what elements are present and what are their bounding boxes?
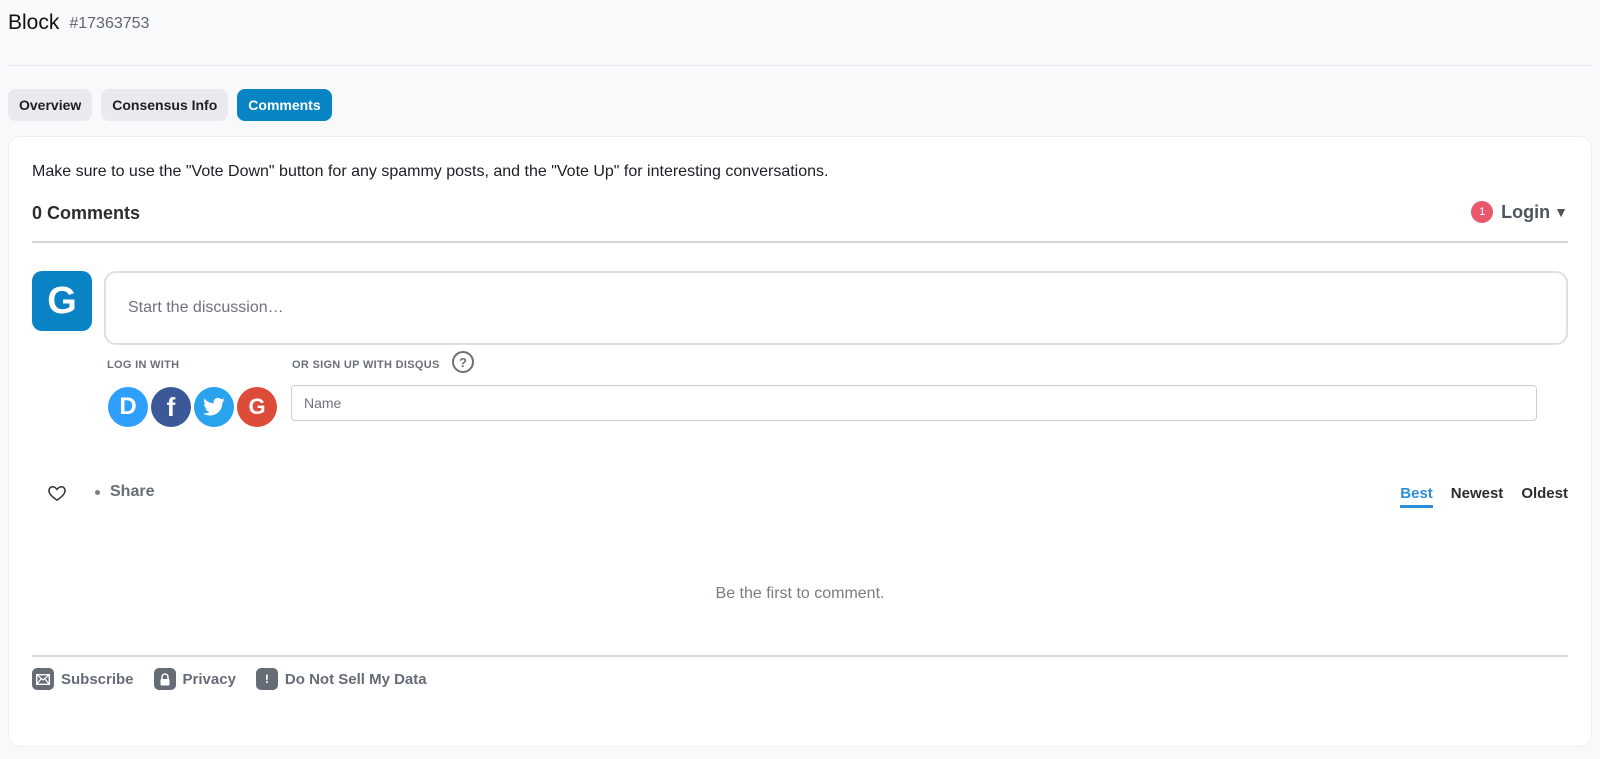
login-label: Login xyxy=(1501,201,1551,222)
name-field[interactable] xyxy=(291,385,1537,421)
do-not-sell-label: Do Not Sell My Data xyxy=(284,670,427,688)
voting-guidance: Make sure to use the "Vote Down" button … xyxy=(32,163,829,180)
facebook-login-icon[interactable]: f xyxy=(151,387,191,427)
comments-count: 0 Comments xyxy=(32,203,141,223)
subscribe-label: Subscribe xyxy=(61,670,134,688)
envelope-icon xyxy=(32,668,54,690)
sort-tabs: Best Newest Oldest xyxy=(1400,485,1568,508)
envelope-glyph xyxy=(36,673,50,685)
lock-glyph xyxy=(160,672,170,685)
separator-dot xyxy=(95,489,100,495)
page-header: Block #17363753 xyxy=(8,8,1592,66)
tab-overview[interactable]: Overview xyxy=(8,89,93,121)
comment-composer[interactable] xyxy=(104,271,1568,345)
privacy-label: Privacy xyxy=(182,670,236,688)
tab-comments[interactable]: Comments xyxy=(237,89,332,121)
tab-consensus-info[interactable]: Consensus Info xyxy=(101,89,229,121)
block-number: #17363753 xyxy=(69,15,150,32)
disqus-login-icon[interactable]: D xyxy=(108,387,148,427)
heart-icon[interactable] xyxy=(47,483,67,503)
header-divider xyxy=(32,241,1568,243)
footer-links: Subscribe Privacy ! Do Not Sell My Data xyxy=(32,668,427,690)
help-icon[interactable]: ? xyxy=(452,351,474,373)
twitter-bird-icon xyxy=(203,397,225,416)
social-login-row: D f G xyxy=(108,387,277,427)
comments-panel: Make sure to use the "Vote Down" button … xyxy=(8,136,1592,747)
comment-input[interactable] xyxy=(128,299,1566,317)
empty-state-message: Be the first to comment. xyxy=(715,585,885,602)
page-title: Block xyxy=(8,11,60,34)
share-label: Share xyxy=(110,483,155,500)
share-button[interactable]: Share xyxy=(95,483,154,501)
privacy-link[interactable]: Privacy xyxy=(153,668,236,690)
tab-bar: Overview Consensus Info Comments xyxy=(8,89,332,121)
footer-divider xyxy=(32,655,1568,657)
name-input[interactable] xyxy=(304,395,1536,411)
lock-icon xyxy=(153,668,176,690)
subscribe-link[interactable]: Subscribe xyxy=(32,668,134,690)
sort-oldest[interactable]: Oldest xyxy=(1521,485,1568,508)
notification-badge: 1 xyxy=(1471,201,1494,223)
twitter-login-icon[interactable] xyxy=(194,387,234,427)
do-not-sell-link[interactable]: ! Do Not Sell My Data xyxy=(255,668,427,690)
signup-disqus-label: OR SIGN UP WITH DISQUS xyxy=(292,359,440,371)
sort-newest[interactable]: Newest xyxy=(1451,485,1504,508)
login-menu[interactable]: 1 Login ▼ xyxy=(1471,201,1568,223)
heart-outline-icon xyxy=(48,485,66,501)
avatar: G xyxy=(32,271,92,331)
sort-best[interactable]: Best xyxy=(1400,485,1433,508)
warning-icon: ! xyxy=(255,668,278,690)
login-with-label: LOG IN WITH xyxy=(107,359,180,371)
google-login-icon[interactable]: G xyxy=(237,387,277,427)
caret-down-icon: ▼ xyxy=(1554,204,1568,220)
